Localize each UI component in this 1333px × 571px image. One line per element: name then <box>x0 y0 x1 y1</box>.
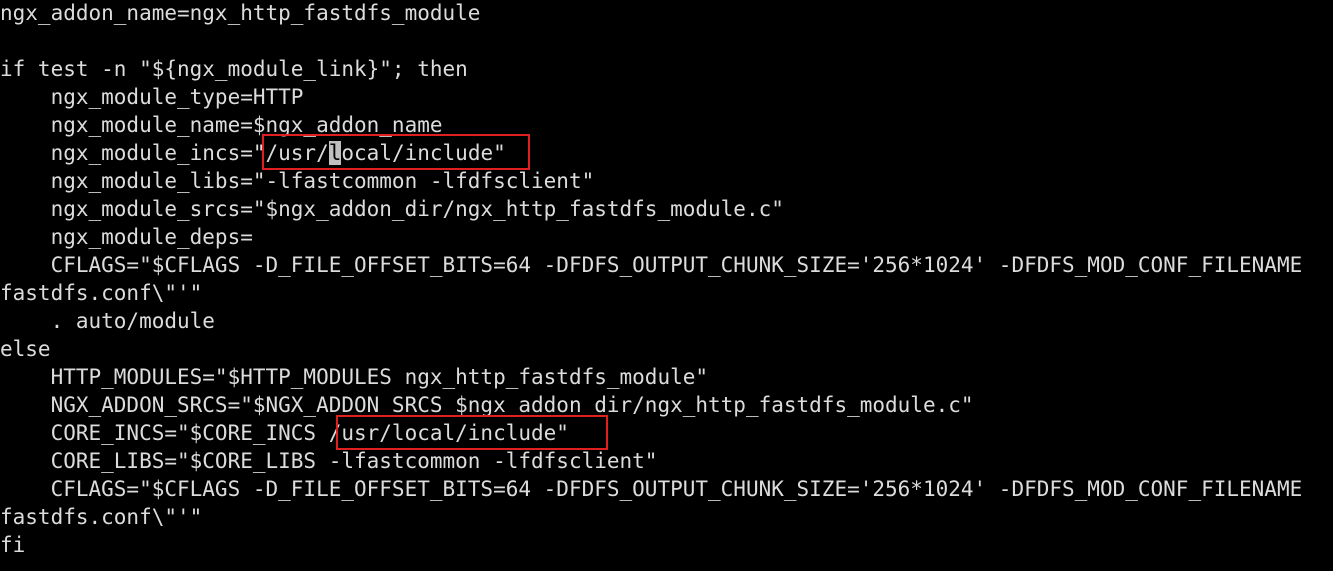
code-line: HTTP_MODULES="$HTTP_MODULES ngx_http_fas… <box>0 365 709 389</box>
code-line: fi <box>0 533 26 557</box>
highlight-box-module-incs <box>262 134 530 170</box>
code-line: if test -n "${ngx_module_link}"; then <box>0 57 468 81</box>
code-line: CORE_LIBS="$CORE_LIBS -lfastcommon -lfdf… <box>0 449 658 473</box>
code-line: ngx_addon_name=ngx_http_fastdfs_module <box>0 1 481 25</box>
code-line: ngx_module_type=HTTP <box>0 85 304 109</box>
code-line: . auto/module <box>0 309 215 333</box>
code-line: else <box>0 337 51 361</box>
highlight-box-core-incs <box>336 415 608 450</box>
code-line: ngx_module_srcs="$ngx_addon_dir/ngx_http… <box>0 197 784 221</box>
code-line: ngx_module_libs="-lfastcommon -lfdfsclie… <box>0 169 595 193</box>
code-line: fastdfs.conf\"'" <box>0 505 203 529</box>
code-line: CFLAGS="$CFLAGS -D_FILE_OFFSET_BITS=64 -… <box>0 477 1303 501</box>
code-line: CFLAGS="$CFLAGS -D_FILE_OFFSET_BITS=64 -… <box>0 253 1303 277</box>
code-line: ngx_module_deps= <box>0 225 253 249</box>
code-line: fastdfs.conf\"'" <box>0 281 203 305</box>
terminal-window[interactable]: ngx_addon_name=ngx_http_fastdfs_module i… <box>0 0 1333 571</box>
